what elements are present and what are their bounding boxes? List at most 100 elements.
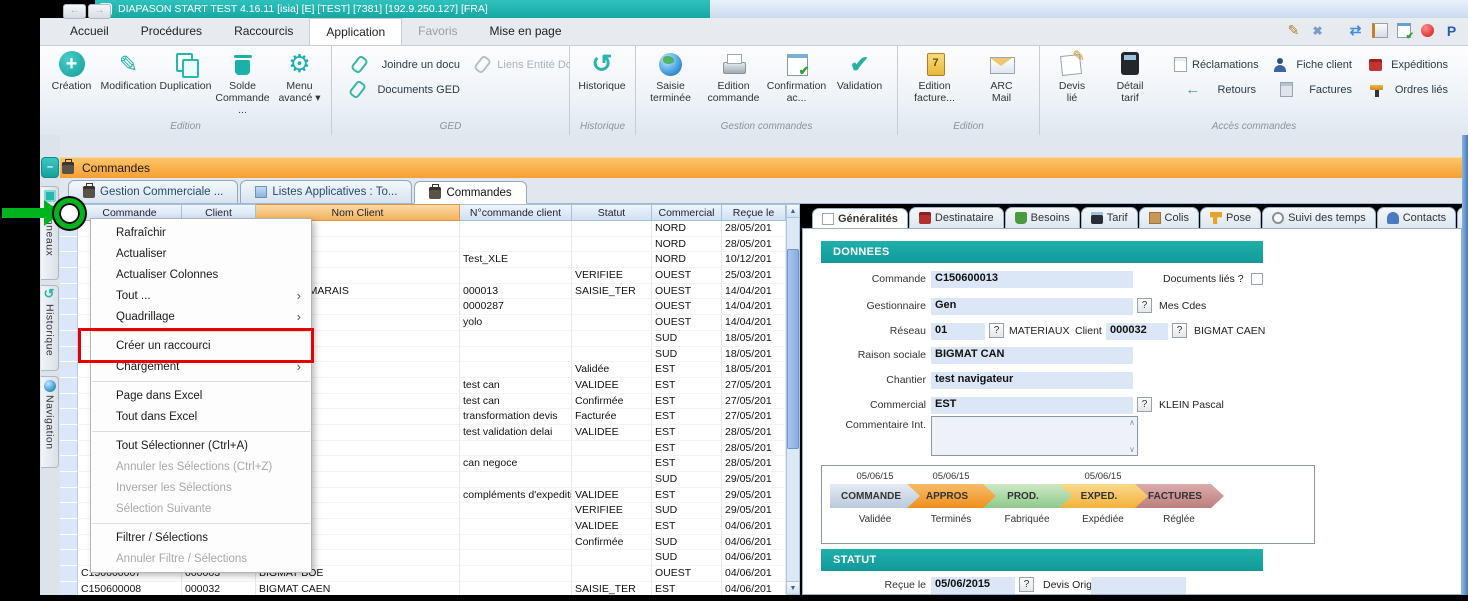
- detail-tab[interactable]: Suivi des temps: [1262, 207, 1376, 228]
- ribbon-link[interactable]: Factures: [1262, 77, 1358, 102]
- row-selector[interactable]: [60, 441, 78, 457]
- ribbon-link[interactable]: Réclamations: [1166, 52, 1262, 77]
- ribbon-button[interactable]: Confirmation ac...: [765, 51, 828, 104]
- ribbon-link[interactable]: Documents GED: [336, 77, 466, 102]
- context-menu-item[interactable]: Annuler les Sélections (Ctrl+Z): [91, 456, 311, 477]
- quick-action-icon[interactable]: [1419, 22, 1436, 39]
- row-selector[interactable]: [60, 488, 78, 504]
- row-selector[interactable]: [60, 237, 78, 253]
- ribbon-button[interactable]: Solde Commande ...: [214, 51, 271, 116]
- field-commande[interactable]: C150600013: [931, 271, 1133, 288]
- ribbon-link[interactable]: Joindre un docu: [336, 52, 466, 77]
- sidebar-tab-historique[interactable]: Historique: [41, 285, 59, 371]
- table-scrollbar[interactable]: ▲ ▼: [786, 204, 800, 595]
- field-commercial[interactable]: EST: [931, 397, 1133, 414]
- row-selector[interactable]: [60, 362, 78, 378]
- row-selector[interactable]: [60, 472, 78, 488]
- ribbon-button[interactable]: Saisie terminée: [639, 51, 702, 104]
- help-button[interactable]: ?: [1019, 577, 1034, 592]
- detail-tab[interactable]: Besoins: [1005, 207, 1080, 228]
- field-client[interactable]: 000032: [1106, 323, 1168, 340]
- ribbon-button[interactable]: Edition commande: [702, 51, 765, 104]
- row-selector[interactable]: [60, 315, 78, 331]
- detail-tab[interactable]: Colis: [1139, 207, 1199, 228]
- row-selector[interactable]: [60, 299, 78, 315]
- ribbon-button[interactable]: Modification: [100, 51, 157, 116]
- ribbon-link[interactable]: Ordres liés: [1358, 77, 1454, 102]
- help-button[interactable]: ?: [1172, 323, 1187, 338]
- row-selector[interactable]: [60, 284, 78, 300]
- document-tab[interactable]: Commandes: [414, 181, 526, 204]
- context-menu-item[interactable]: Sélection Suivante: [91, 498, 311, 519]
- help-button[interactable]: ?: [1137, 397, 1152, 412]
- table-row[interactable]: C150600008 000032 BIGMAT CAEN SAISIE_TER…: [60, 582, 786, 595]
- column-header-statut[interactable]: Statut: [572, 204, 652, 221]
- quick-action-icon[interactable]: [1395, 22, 1412, 39]
- menu-tab[interactable]: Raccourcis: [218, 18, 309, 45]
- detail-tab[interactable]: Généralités: [812, 208, 908, 229]
- context-menu-item[interactable]: Annuler Filtre / Sélections: [91, 548, 311, 569]
- row-selector[interactable]: [60, 394, 78, 410]
- row-selector[interactable]: [60, 456, 78, 472]
- ribbon-button[interactable]: Menu avancé ▾: [271, 51, 328, 116]
- context-menu-item[interactable]: [92, 519, 310, 524]
- context-menu-item[interactable]: Tout dans Excel: [91, 406, 311, 427]
- menu-tab[interactable]: Application: [309, 18, 402, 45]
- collapse-panel-button[interactable]: –: [41, 157, 59, 178]
- row-selector[interactable]: [60, 378, 78, 394]
- quick-action-icon[interactable]: P: [1443, 22, 1460, 39]
- scroll-up-icon[interactable]: ▲: [787, 205, 799, 218]
- ribbon-button[interactable]: Validation: [828, 51, 891, 104]
- row-selector[interactable]: [60, 550, 78, 566]
- column-header-commercial[interactable]: Commercial: [652, 204, 722, 221]
- sidebar-tab-navigation[interactable]: Navigation: [41, 376, 59, 468]
- context-menu-item[interactable]: Page dans Excel: [91, 385, 311, 406]
- row-selector[interactable]: [60, 268, 78, 284]
- row-selector[interactable]: [60, 409, 78, 425]
- row-selector[interactable]: [60, 566, 78, 582]
- context-menu-item[interactable]: Actualiser Colonnes: [91, 264, 311, 285]
- menu-tab[interactable]: Favoris: [402, 18, 473, 45]
- ribbon-button[interactable]: ARC Mail: [968, 51, 1035, 104]
- scrollbar-thumb[interactable]: [787, 249, 799, 449]
- row-selector[interactable]: [60, 519, 78, 535]
- ribbon-button[interactable]: Edition facture...: [901, 51, 968, 104]
- ribbon-button[interactable]: Création: [43, 51, 100, 116]
- context-menu-item[interactable]: Inverser les Sélections: [91, 477, 311, 498]
- scroll-down-icon[interactable]: ▼: [787, 581, 799, 594]
- ribbon-button[interactable]: Duplication: [157, 51, 214, 116]
- context-menu-item[interactable]: [92, 377, 310, 382]
- row-selector[interactable]: [60, 503, 78, 519]
- context-menu-item[interactable]: Rafraîchir: [91, 222, 311, 243]
- detail-tab[interactable]: Contacts: [1377, 207, 1456, 228]
- menu-tab[interactable]: Mise en page: [473, 18, 577, 45]
- ribbon-button[interactable]: Historique: [573, 51, 631, 92]
- field-commentaire-textarea[interactable]: [931, 416, 1138, 456]
- back-button[interactable]: ←: [63, 4, 86, 19]
- quick-action-icon[interactable]: [1309, 22, 1326, 39]
- ribbon-link[interactable]: Liens Entité Do..: [466, 52, 584, 77]
- quick-action-icon[interactable]: [1347, 22, 1364, 39]
- ribbon-link[interactable]: Retours: [1166, 77, 1262, 102]
- field-reseau[interactable]: 01: [931, 323, 985, 340]
- ribbon-link[interactable]: Fiche client: [1262, 52, 1358, 77]
- row-selector[interactable]: [60, 331, 78, 347]
- detail-tab[interactable]: Pose: [1200, 207, 1261, 228]
- row-selector[interactable]: [60, 252, 78, 268]
- menu-tab[interactable]: Accueil: [54, 18, 125, 45]
- quick-action-icon[interactable]: [1371, 22, 1388, 39]
- forward-button[interactable]: →: [88, 4, 111, 19]
- document-tab[interactable]: Gestion Commerciale ...: [68, 180, 238, 203]
- detail-tab[interactable]: Destinataire: [909, 207, 1004, 228]
- row-selector[interactable]: [60, 535, 78, 551]
- row-selector[interactable]: [60, 582, 78, 595]
- ribbon-link[interactable]: Expéditions: [1358, 52, 1454, 77]
- field-devis-orig[interactable]: [1091, 577, 1186, 594]
- context-menu-item[interactable]: Actualiser: [91, 243, 311, 264]
- help-button[interactable]: ?: [1137, 298, 1152, 313]
- field-gestionnaire[interactable]: Gen: [931, 298, 1133, 315]
- help-button[interactable]: ?: [989, 323, 1004, 338]
- column-header-ncommande-client[interactable]: N°commande client: [460, 204, 572, 221]
- column-header-recue-le[interactable]: Reçue le: [722, 204, 786, 221]
- row-selector[interactable]: [60, 425, 78, 441]
